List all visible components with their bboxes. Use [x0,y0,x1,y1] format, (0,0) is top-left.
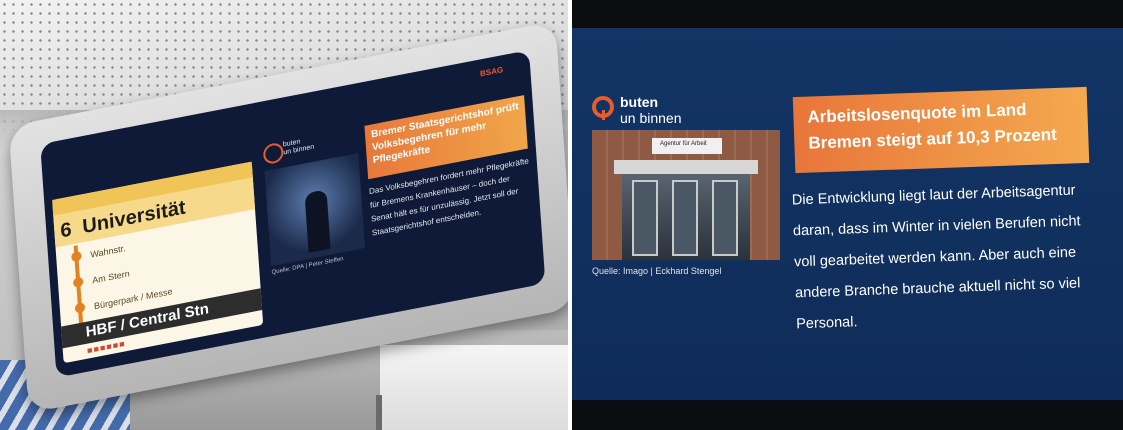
line-number: 6 [59,218,73,243]
person-silhouette [304,189,331,253]
news-logo-text: buten un binnen [283,136,315,158]
building-sign-text: Agentur für Arbeit [660,141,707,147]
tram-window [380,345,568,430]
operator-brand: BSAG [479,65,504,79]
news-body: Die Entwicklung liegt laut der Arbeitsag… [791,182,1081,333]
buten-un-binnen-logo-icon [592,96,614,120]
door-pane [672,180,698,256]
stop-dot-icon [74,302,86,314]
route-stop: Am Stern [91,268,131,286]
route-stop: Wahnstr. [90,243,126,260]
news-headline: Arbeitslosenquote im Land Bremen steigt … [792,86,1090,174]
stop-dot-icon [71,250,82,263]
logo-line-1: buten [620,94,659,110]
news-photo-caption: Quelle: Imago | Eckhard Stengel [592,266,722,276]
logo-line-2: un binnen [620,110,682,126]
entrance-canopy [614,160,758,174]
screen-bezel-top [572,0,1123,28]
route-panel: 6 Universität Wahnstr. Am Stern Bürgerpa… [52,161,264,364]
tram-interior-photo: BSAG 6 Universität Wahnstr. Am Stern Bür… [0,0,568,430]
door-pane [632,180,658,256]
closeup-screen-photo: buten un binnen Agentur für Arbeit Quell… [572,0,1123,430]
screen-bezel-bottom [572,400,1123,430]
buten-un-binnen-logo-icon [262,141,285,166]
news-photo: Agentur für Arbeit [592,130,780,260]
stop-dot-icon [72,276,84,289]
hand-pole [376,395,382,430]
door-pane [712,180,738,256]
